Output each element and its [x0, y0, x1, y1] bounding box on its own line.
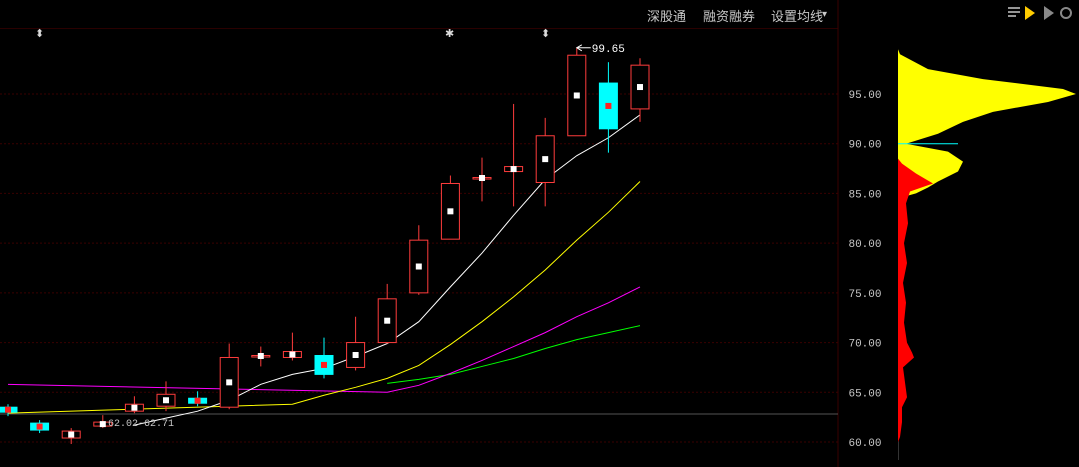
- ma10-line: [7, 181, 641, 414]
- profile-yellow: [898, 49, 1076, 199]
- candle-marker: [68, 431, 75, 438]
- candle-marker: [5, 406, 11, 413]
- y-tick-label: 85.00: [848, 189, 881, 201]
- volume-profile-panel: [898, 6, 1076, 460]
- candle-marker: [131, 404, 138, 411]
- candle-marker: [194, 397, 201, 404]
- y-tick-label: 60.00: [848, 438, 881, 450]
- candle-marker: [289, 351, 296, 358]
- candle-marker: [415, 263, 422, 270]
- candle-marker: [36, 423, 43, 430]
- candle-marker: [479, 175, 485, 182]
- candle-marker: [352, 352, 359, 358]
- candlestick-chart[interactable]: 95.00 90.00 85.00 80.00 75.00 70.00 65.00 60.00…: [0, 0, 898, 467]
- candle-marker: [226, 379, 233, 386]
- candle-marker: [605, 102, 612, 109]
- y-tick-label: 95.00: [848, 90, 881, 102]
- candle-marker: [321, 361, 327, 368]
- profile-red: [898, 158, 933, 442]
- ma30-line: [387, 325, 641, 384]
- list-icon[interactable]: [1008, 7, 1020, 17]
- candle-marker: [257, 352, 264, 359]
- candle-marker: [637, 84, 643, 91]
- y-tick-label: 90.00: [848, 140, 881, 152]
- high-price-label: 99.65: [592, 44, 625, 56]
- candle-marker: [573, 92, 580, 99]
- panel-toolbar-icons: [1008, 6, 1072, 20]
- y-tick-label: 65.00: [848, 388, 881, 400]
- low-price-label: 62.02-62.71: [108, 419, 174, 430]
- candle-marker: [163, 397, 169, 404]
- y-tick-label: 75.00: [848, 289, 881, 301]
- yellow-flag-icon[interactable]: [1025, 6, 1035, 20]
- candle-marker: [510, 166, 517, 173]
- play-icon[interactable]: [1044, 6, 1054, 20]
- candle-marker: [384, 317, 391, 324]
- candle-marker: [99, 421, 106, 428]
- y-tick-label: 70.00: [848, 339, 881, 351]
- candle-marker: [447, 208, 454, 215]
- y-tick-label: 80.00: [848, 239, 881, 251]
- gear-icon[interactable]: [1060, 7, 1072, 19]
- candle-marker: [542, 156, 549, 163]
